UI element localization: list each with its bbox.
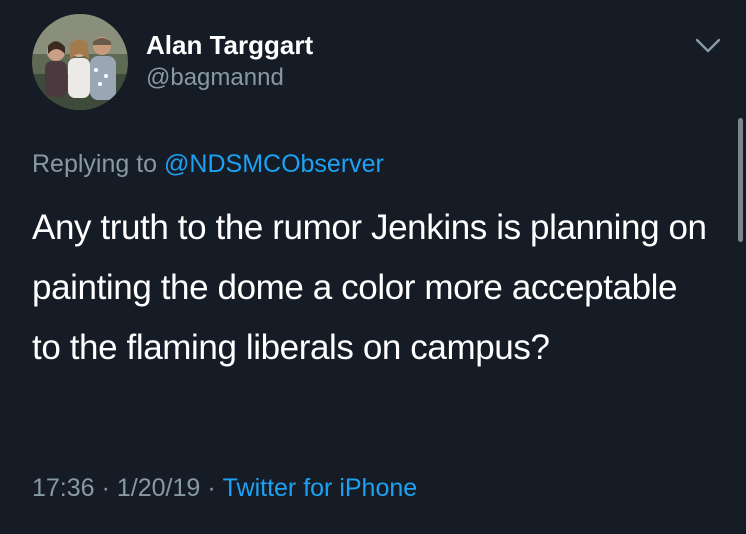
replying-to-mention[interactable]: @NDSMCObserver bbox=[164, 150, 384, 178]
user-handle[interactable]: @bagmannd bbox=[146, 64, 284, 92]
scrollbar[interactable] bbox=[738, 118, 743, 242]
display-name[interactable]: Alan Targgart bbox=[146, 30, 313, 61]
tweet-metadata: 17:36 · 1/20/19 · Twitter for iPhone bbox=[32, 474, 417, 503]
avatar[interactable] bbox=[32, 14, 128, 110]
tweet-text: Any truth to the rumor Jenkins is planni… bbox=[32, 208, 707, 367]
tweet-card: Alan Targgart @bagmannd Replying to @NDS… bbox=[0, 0, 746, 534]
chevron-down-icon[interactable] bbox=[694, 36, 722, 56]
replying-to-line: Replying to @NDSMCObserver bbox=[32, 150, 384, 179]
avatar-photo bbox=[32, 14, 128, 110]
tweet-time: 17:36 bbox=[32, 474, 95, 502]
meta-separator: · bbox=[101, 474, 110, 502]
meta-separator: · bbox=[207, 474, 216, 502]
tweet-date: 1/20/19 bbox=[116, 474, 201, 502]
tweet-source-link[interactable]: Twitter for iPhone bbox=[223, 474, 418, 502]
replying-to-label: Replying to bbox=[32, 150, 158, 178]
